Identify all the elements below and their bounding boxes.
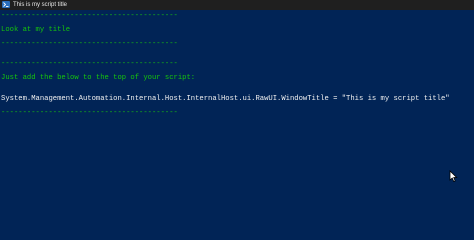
console-output[interactable]: ----------------------------------------… [0, 10, 474, 240]
separator-line: ----------------------------------------… [1, 60, 178, 68]
output-line: Just add the below to the top of your sc… [1, 74, 196, 82]
window-title: This is my script title [13, 2, 68, 8]
separator-line: ----------------------------------------… [1, 109, 178, 117]
separator-line: ----------------------------------------… [1, 40, 178, 48]
mouse-pointer-icon [449, 170, 458, 183]
powershell-icon [2, 1, 10, 8]
powershell-window: This is my script title ----------------… [0, 0, 474, 240]
command-line: System.Management.Automation.Internal.Ho… [1, 95, 450, 103]
output-line: Look at my title [1, 26, 71, 34]
title-bar[interactable]: This is my script title [0, 0, 474, 10]
separator-line: ----------------------------------------… [1, 12, 178, 20]
